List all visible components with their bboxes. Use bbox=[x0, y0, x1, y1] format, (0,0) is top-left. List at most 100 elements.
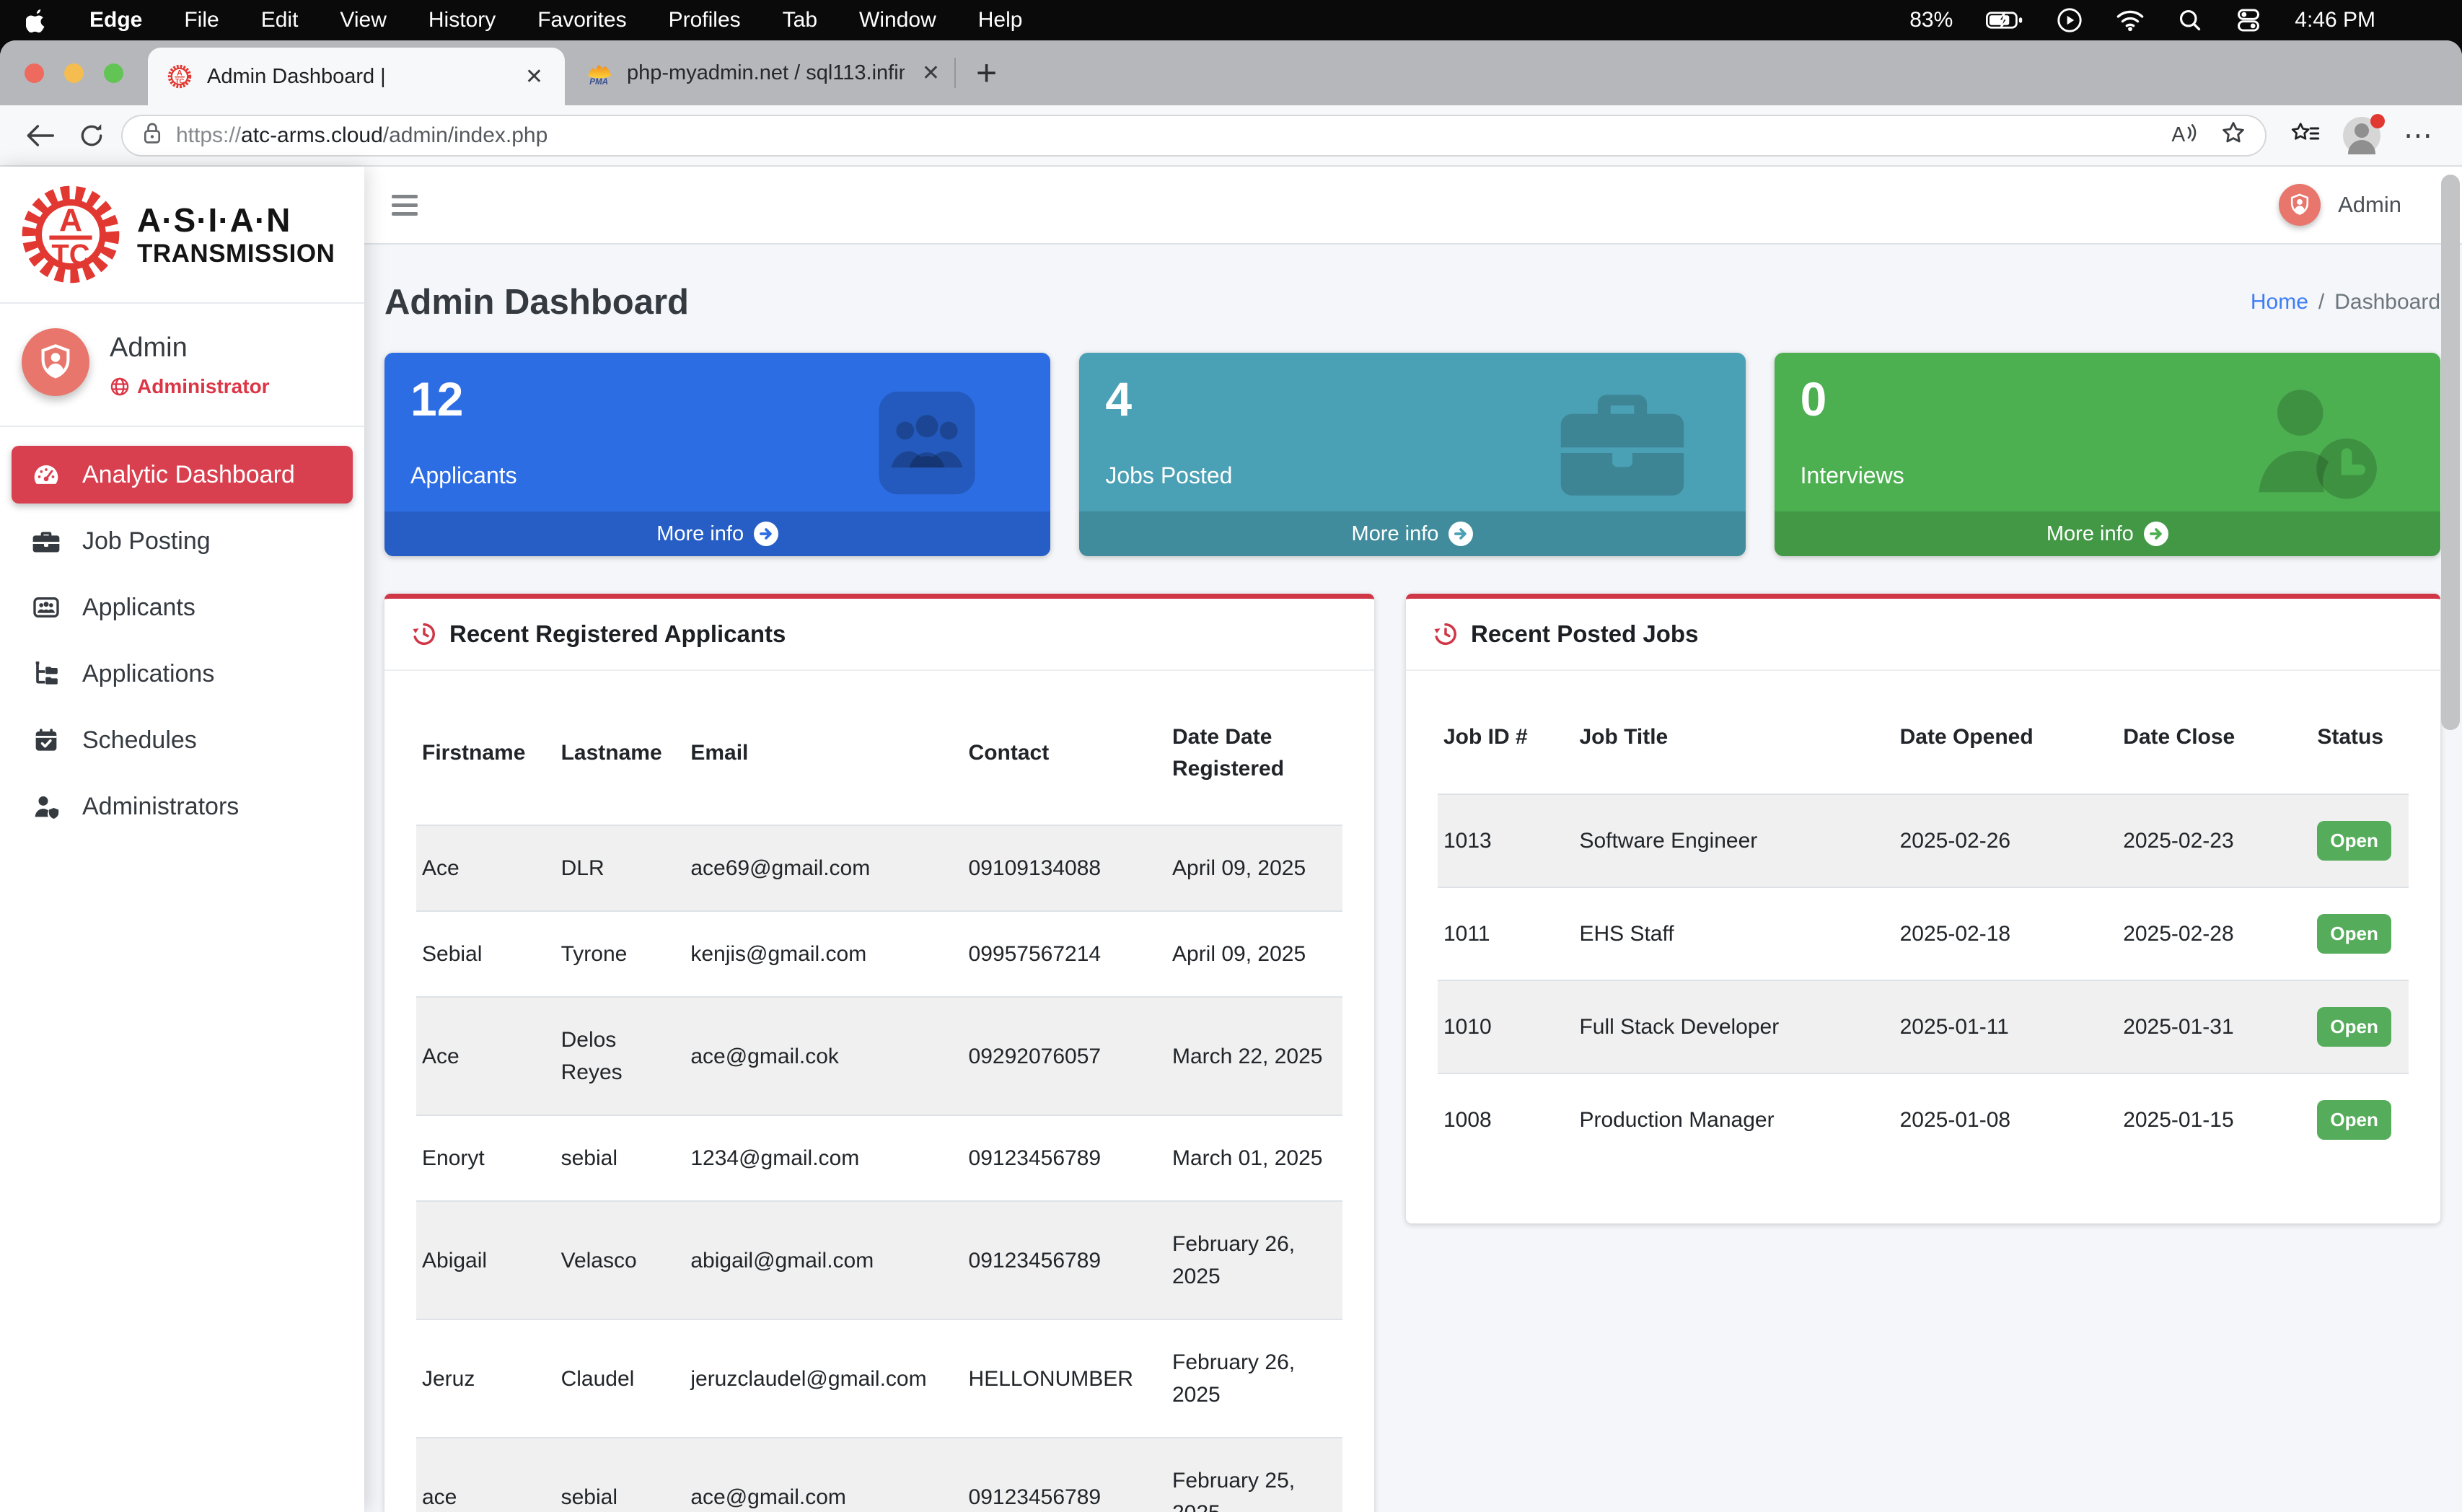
address-bar[interactable]: https://atc-arms.cloud/admin/index.php A bbox=[121, 115, 2267, 157]
menubar-item-file[interactable]: File bbox=[184, 8, 219, 32]
read-aloud-icon[interactable]: A bbox=[2170, 120, 2199, 151]
briefcase-icon bbox=[1539, 376, 1705, 510]
lock-icon[interactable] bbox=[141, 120, 163, 151]
user-name: Admin bbox=[110, 333, 270, 364]
table-row: AbigailVelascoabigail@gmail.com091234567… bbox=[416, 1201, 1342, 1319]
window-zoom-button[interactable] bbox=[104, 63, 123, 83]
atc-favicon-icon: A TC bbox=[167, 63, 193, 89]
panel-title: Recent Registered Applicants bbox=[449, 620, 786, 648]
favorite-star-icon[interactable] bbox=[2220, 120, 2246, 151]
browser-profile-avatar[interactable] bbox=[2343, 117, 2380, 154]
sidebar-item-administrators[interactable]: Administrators bbox=[12, 778, 353, 835]
sidebar-item-label: Applicants bbox=[82, 594, 195, 622]
page-body: A TC A·S·I·A·N TRANSMISSION Admin bbox=[0, 167, 2462, 1512]
apple-menu-icon[interactable] bbox=[26, 8, 48, 32]
more-info-link[interactable]: More info bbox=[384, 511, 1050, 556]
page-scrollbar[interactable] bbox=[2441, 175, 2460, 730]
panel-title: Recent Posted Jobs bbox=[1471, 620, 1698, 648]
table-row: Enorytsebial1234@gmail.com09123456789Mar… bbox=[416, 1115, 1342, 1201]
url-text: https://atc-arms.cloud/admin/index.php bbox=[176, 123, 548, 148]
menubar-item-favorites[interactable]: Favorites bbox=[537, 8, 626, 32]
breadcrumb-home-link[interactable]: Home bbox=[2251, 290, 2308, 314]
col-date-opened: Date Opened bbox=[1894, 681, 2118, 794]
reload-button[interactable] bbox=[69, 122, 114, 149]
spotlight-search-icon[interactable] bbox=[2178, 8, 2202, 32]
tab-title: php-myadmin.net / sql113.infini bbox=[627, 61, 905, 85]
menubar-item-profiles[interactable]: Profiles bbox=[669, 8, 741, 32]
status-badge: Open bbox=[2317, 821, 2391, 861]
sidebar-item-label: Schedules bbox=[82, 726, 197, 755]
window-minimize-button[interactable] bbox=[64, 63, 84, 83]
atc-logo-icon: A TC bbox=[17, 181, 124, 288]
pma-favicon-icon: PMA bbox=[586, 60, 612, 86]
stat-card-jobs-posted: 4 Jobs Posted More info bbox=[1079, 353, 1745, 556]
status-badge: Open bbox=[2317, 1007, 2391, 1047]
svg-text:PMA: PMA bbox=[589, 77, 608, 86]
more-info-link[interactable]: More info bbox=[1775, 511, 2440, 556]
brand-link[interactable]: A TC A·S·I·A·N TRANSMISSION bbox=[0, 167, 364, 304]
menubar-item-window[interactable]: Window bbox=[859, 8, 936, 32]
collections-icon[interactable] bbox=[2290, 120, 2320, 151]
sidebar-item-label: Job Posting bbox=[82, 527, 211, 555]
battery-icon[interactable] bbox=[1986, 10, 2023, 30]
people-group-icon bbox=[844, 376, 1010, 510]
more-info-link[interactable]: More info bbox=[1079, 511, 1745, 556]
menubar-item-help[interactable]: Help bbox=[978, 8, 1023, 32]
svg-text:A: A bbox=[177, 69, 183, 78]
sidebar-user-panel: Admin Administrator bbox=[0, 304, 364, 427]
sidebar-item-applicants[interactable]: Applicants bbox=[12, 579, 353, 636]
col-job-title: Job Title bbox=[1573, 681, 1894, 794]
screen-mirroring-icon[interactable] bbox=[2057, 7, 2083, 33]
stat-card-interviews: 0 Interviews More info bbox=[1775, 353, 2440, 556]
browser-toolbar: https://atc-arms.cloud/admin/index.php A… bbox=[0, 105, 2462, 167]
col-date-registered: Date Date Registered bbox=[1166, 681, 1342, 825]
stat-card-applicants: 12 Applicants More info bbox=[384, 353, 1050, 556]
topnav-user-menu[interactable]: Admin bbox=[2279, 184, 2401, 226]
svg-text:A: A bbox=[2171, 122, 2185, 144]
tab-admin-dashboard[interactable]: A TC Admin Dashboard | ✕ bbox=[148, 48, 565, 105]
main-area: Admin Admin Dashboard Home/Dashboard 12 … bbox=[364, 167, 2462, 1512]
tab-close-icon[interactable]: ✕ bbox=[522, 64, 546, 89]
table-row: 1008Production Manager2025-01-082025-01-… bbox=[1438, 1073, 2409, 1166]
tab-close-icon[interactable]: ✕ bbox=[919, 61, 943, 86]
menubar-app-name[interactable]: Edge bbox=[89, 8, 142, 32]
wifi-icon[interactable] bbox=[2116, 9, 2145, 32]
sidebar-nav: Analytic Dashboard Job Posting Applicant… bbox=[0, 427, 364, 863]
back-button[interactable] bbox=[17, 123, 62, 148]
svg-text:A: A bbox=[59, 203, 82, 239]
clock-time[interactable]: 4:46 PM bbox=[2295, 8, 2375, 32]
menubar-item-tab[interactable]: Tab bbox=[783, 8, 817, 32]
people-frame-icon bbox=[29, 593, 63, 622]
url-domain: atc-arms.cloud bbox=[241, 123, 383, 147]
breadcrumb-current: Dashboard bbox=[2334, 290, 2440, 314]
recent-jobs-panel: Recent Posted Jobs Job ID # Job Title Da… bbox=[1406, 594, 2440, 1223]
window-close-button[interactable] bbox=[25, 63, 44, 83]
stat-label: Interviews bbox=[1801, 462, 1904, 489]
sidebar-toggle-icon[interactable] bbox=[392, 195, 418, 216]
briefcase-icon bbox=[29, 527, 63, 555]
new-tab-button[interactable]: + bbox=[956, 52, 1017, 94]
sidebar-item-job-posting[interactable]: Job Posting bbox=[12, 512, 353, 570]
control-center-icon[interactable] bbox=[2235, 7, 2261, 33]
sidebar-item-schedules[interactable]: Schedules bbox=[12, 711, 353, 769]
browser-menu-icon[interactable]: ⋯ bbox=[2404, 119, 2435, 152]
history-icon bbox=[410, 620, 438, 648]
panels-row: Recent Registered Applicants Firstname L… bbox=[384, 594, 2440, 1512]
table-row: acesebialace@gmail.com09123456789Februar… bbox=[416, 1438, 1342, 1512]
gauge-icon bbox=[29, 460, 63, 489]
tab-phpmyadmin[interactable]: PMA php-myadmin.net / sql113.infini ✕ bbox=[565, 40, 954, 105]
sidebar-item-analytic-dashboard[interactable]: Analytic Dashboard bbox=[12, 446, 353, 504]
topnav-user-label: Admin bbox=[2338, 192, 2401, 218]
menubar-item-edit[interactable]: Edit bbox=[261, 8, 299, 32]
svg-text:TC: TC bbox=[51, 239, 89, 271]
col-status: Status bbox=[2311, 681, 2409, 794]
calendar-check-icon bbox=[29, 726, 63, 755]
user-clock-icon bbox=[2234, 376, 2400, 510]
sidebar-item-applications[interactable]: Applications bbox=[12, 645, 353, 703]
user-role: Administrator bbox=[110, 375, 270, 398]
stat-cards: 12 Applicants More info 4 bbox=[384, 353, 2440, 556]
menubar-item-history[interactable]: History bbox=[428, 8, 496, 32]
menubar-item-view[interactable]: View bbox=[340, 8, 386, 32]
url-path: /admin/index.php bbox=[383, 123, 548, 147]
macos-menubar: Edge File Edit View History Favorites Pr… bbox=[0, 0, 2462, 40]
